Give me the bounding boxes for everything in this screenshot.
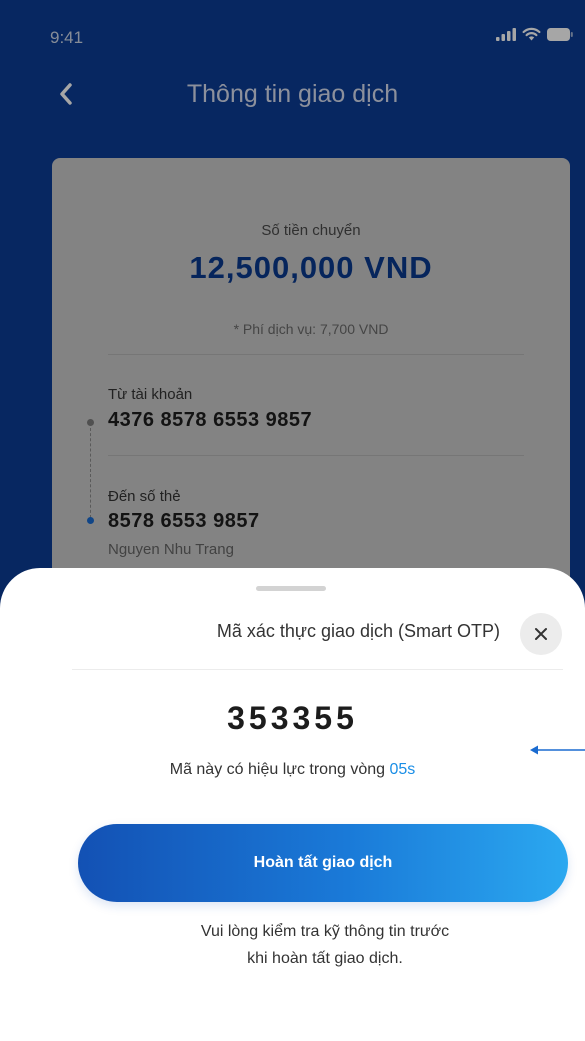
otp-code: 353355 <box>227 700 358 736</box>
service-fee: * Phí dịch vụ: 7,700 VND <box>233 321 389 337</box>
card-divider <box>108 455 524 456</box>
amount-label: Số tiền chuyển <box>261 222 361 239</box>
to-card-label: Đến số thẻ <box>108 488 181 505</box>
card-divider <box>108 354 524 355</box>
transaction-card: Số tiền chuyển 12,500,000 VND * Phí dịch… <box>52 158 570 628</box>
otp-validity: Mã này có hiệu lực trong vòng 05s <box>0 761 585 779</box>
from-account-label: Từ tài khoản <box>108 386 193 403</box>
amount-value: 12,500,000 VND <box>189 250 433 285</box>
otp-timer: 05s <box>389 761 416 778</box>
app-header: Thông tin giao dịch <box>0 70 585 120</box>
to-dot <box>87 517 94 524</box>
hint-line-1: Vui lòng kiểm tra kỹ thông tin trước <box>200 923 450 940</box>
arrow-left-icon <box>530 745 585 755</box>
otp-validity-text: Mã này có hiệu lực trong vòng <box>169 761 390 778</box>
otp-sheet-title: Mã xác thực giao dịch (Smart OTP) <box>216 621 500 641</box>
close-button[interactable] <box>520 613 562 655</box>
complete-transaction-button[interactable]: Hoàn tất giao dịch <box>78 824 568 902</box>
sheet-divider <box>72 669 563 670</box>
route-dashed-line <box>90 428 91 518</box>
wifi-icon <box>522 27 541 41</box>
otp-bottom-sheet: Mã xác thực giao dịch (Smart OTP) 353355… <box>0 568 585 1041</box>
status-bar: 9:41 <box>0 0 585 70</box>
signal-icon <box>496 27 516 41</box>
status-icons <box>496 27 573 41</box>
to-card-number: 8578 6553 9857 <box>108 510 260 532</box>
confirmation-hint: Vui lòng kiểm tra kỹ thông tin trước khi… <box>90 918 560 972</box>
hint-line-2: khi hoàn tất giao dịch. <box>247 950 403 967</box>
transaction-otp-screen: 9:41 Thông tin giao dịch Số tiền chuyển … <box>0 0 585 1041</box>
status-time: 9:41 <box>50 28 84 47</box>
from-dot <box>87 419 94 426</box>
battery-icon <box>547 27 573 41</box>
recipient-name: Nguyen Nhu Trang <box>108 541 234 558</box>
page-title: Thông tin giao dịch <box>186 80 399 108</box>
from-account-number: 4376 8578 6553 9857 <box>108 409 313 431</box>
sheet-grabber[interactable] <box>256 586 326 591</box>
close-icon <box>535 628 547 640</box>
